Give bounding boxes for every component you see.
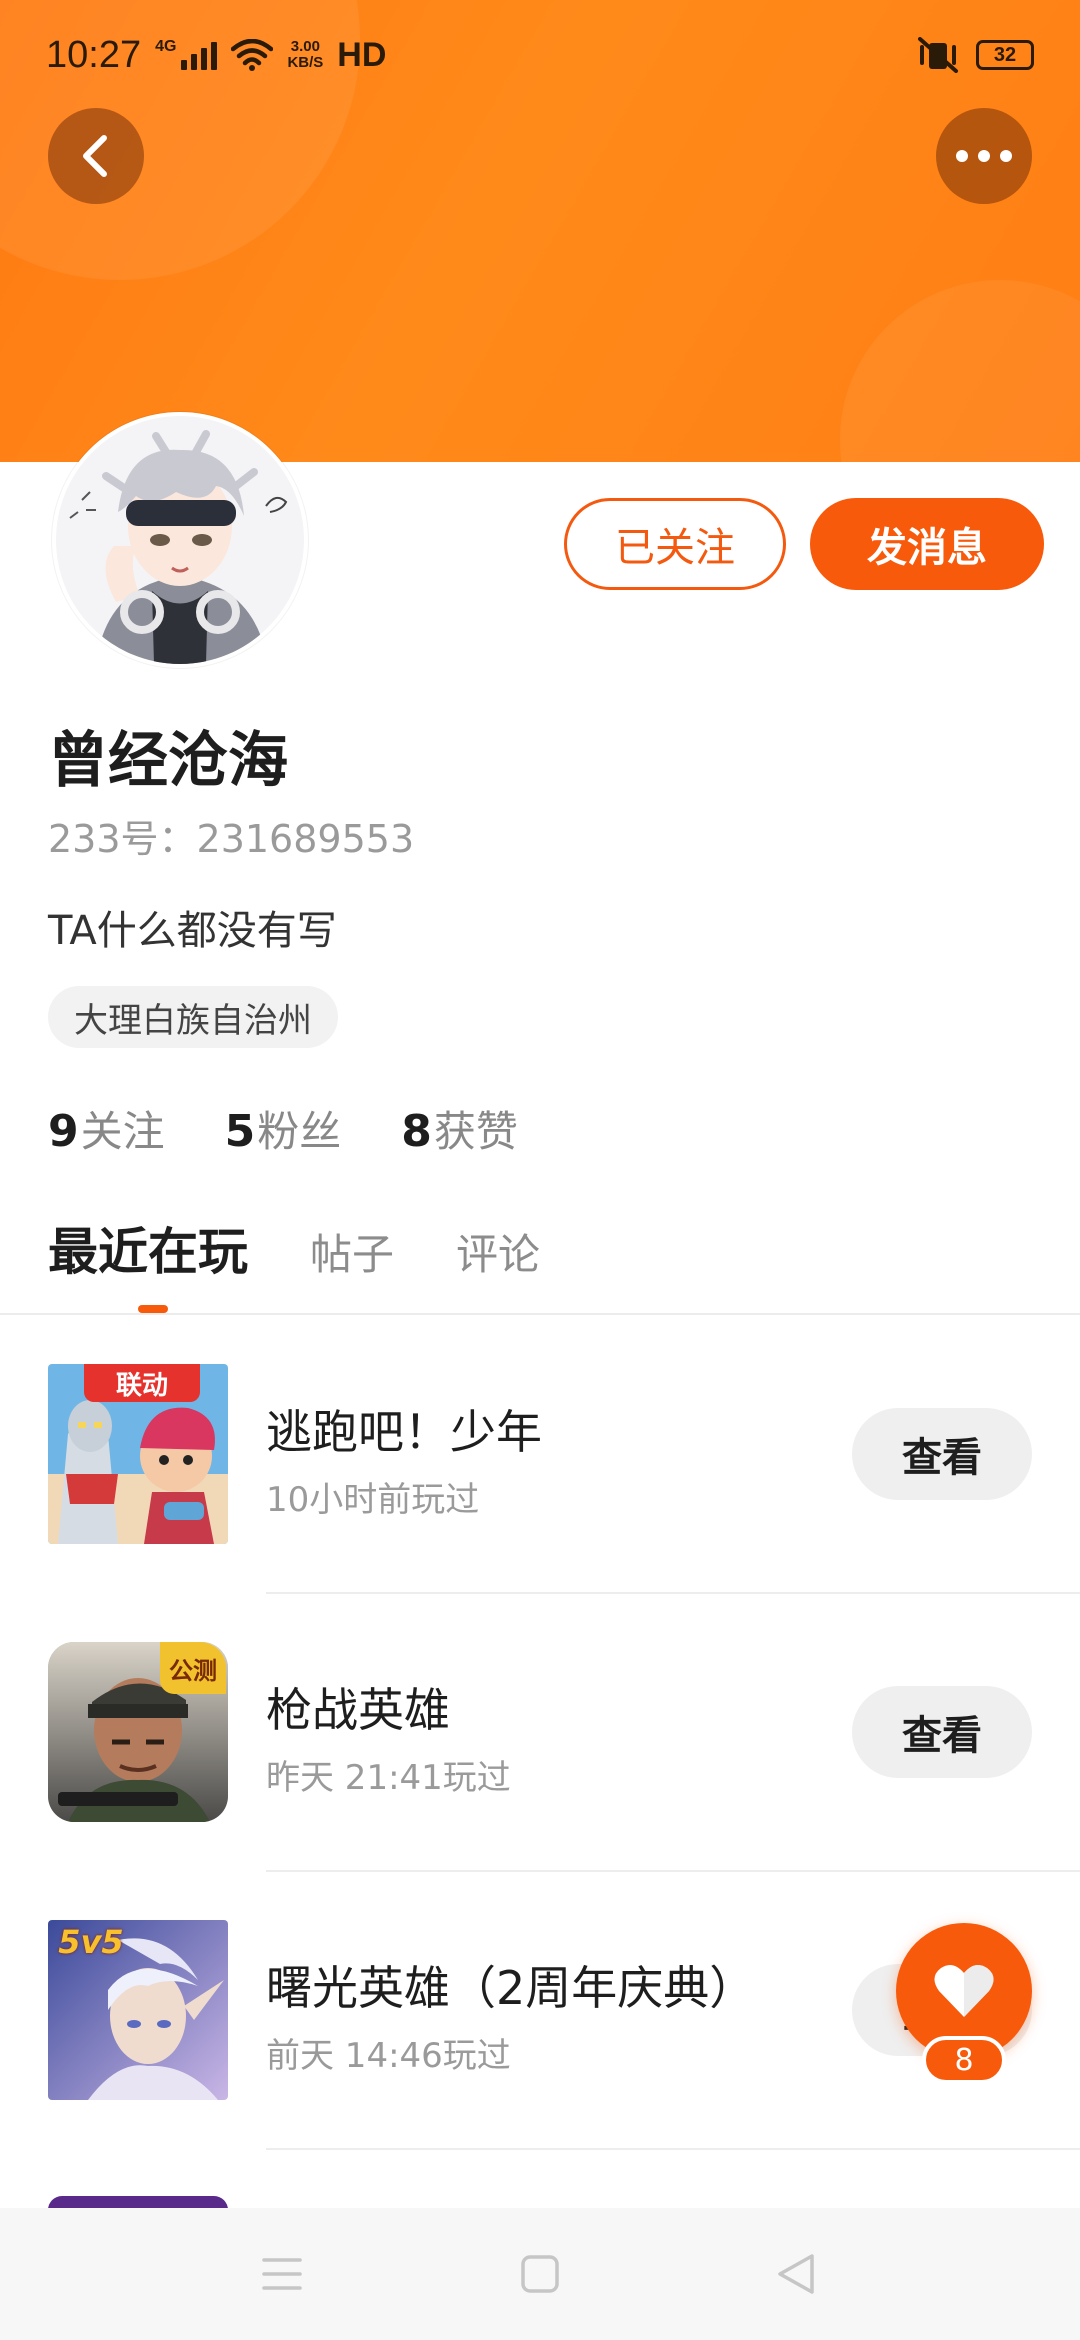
profile-banner: 10:27 4G 3.00 KB/S HD 32 [0, 0, 1080, 462]
user-bio: TA什么都没有写 [48, 908, 337, 954]
game-name: 曙光英雄（2周年庆典） [266, 1961, 756, 2015]
back-button[interactable] [48, 108, 144, 204]
network-speed: 3.00 KB/S [287, 38, 324, 71]
tab-comments[interactable]: 评论 [456, 1221, 540, 1282]
status-time: 10:27 [46, 33, 142, 76]
game-name: 枪战英雄 [266, 1683, 450, 1737]
game-icon: 联动 [48, 1364, 228, 1544]
game-row[interactable]: 公测 枪战英雄 昨天 21:41玩过 查看 [0, 1594, 1080, 1872]
send-message-button[interactable]: 发消息 [810, 498, 1044, 590]
game-icon: 公测 [48, 1642, 228, 1822]
menu-icon[interactable] [232, 2208, 332, 2340]
more-horizontal-icon [956, 150, 1012, 162]
more-options-button[interactable] [936, 108, 1032, 204]
game-played-time: 前天 14:46玩过 [266, 2036, 511, 2076]
avatar[interactable] [52, 412, 308, 668]
active-tab-indicator [138, 1305, 168, 1313]
game-badge: 公测 [160, 1642, 226, 1694]
stat-following[interactable]: 9 关注 [48, 1098, 165, 1159]
profile-page: 10:27 4G 3.00 KB/S HD 32 已关注 发消息 曾经沧海 23… [0, 0, 1080, 2340]
tab-recently-played[interactable]: 最近在玩 [48, 1212, 248, 1284]
tab-posts[interactable]: 帖子 [310, 1221, 394, 1282]
username: 曾经沧海 [48, 726, 288, 796]
like-count-badge: 8 [922, 2036, 1006, 2084]
stat-followers[interactable]: 5 粉丝 [225, 1098, 342, 1159]
system-navigation-bar [0, 2208, 1080, 2340]
game-row[interactable]: 联动 逃跑吧！少年 10小时前玩过 查看 [0, 1316, 1080, 1594]
game-icon: 5v5 [48, 1920, 228, 2100]
followed-button[interactable]: 已关注 [564, 498, 786, 590]
cellular-signal-icon: 4G [155, 39, 218, 70]
row-divider [266, 2148, 1080, 2150]
location-tag: 大理白族自治州 [48, 986, 338, 1048]
mute-vibrate-icon [918, 37, 958, 73]
status-bar: 10:27 4G 3.00 KB/S HD 32 [0, 0, 1080, 110]
battery-icon: 32 [976, 40, 1034, 70]
game-played-time: 昨天 21:41玩过 [266, 1758, 511, 1798]
home-icon[interactable] [490, 2208, 590, 2340]
view-game-button[interactable]: 查看 [852, 1408, 1032, 1500]
stat-likes[interactable]: 8 获赞 [401, 1098, 518, 1159]
avatar-illustration [56, 416, 304, 664]
user-id: 233号：231689553 [48, 817, 415, 861]
profile-tabs: 最近在玩 帖子 评论 [48, 1212, 540, 1284]
heart-icon [934, 1964, 994, 2017]
game-played-time: 10小时前玩过 [266, 1480, 480, 1520]
game-name: 逃跑吧！少年 [266, 1405, 542, 1459]
game-badge: 5v5 [58, 1923, 124, 1961]
wifi-icon [231, 39, 274, 71]
game-badge: 联动 [84, 1364, 200, 1402]
back-nav-icon[interactable] [746, 2208, 846, 2340]
view-game-button[interactable]: 查看 [852, 1686, 1032, 1778]
stats-row: 9 关注 5 粉丝 8 获赞 [48, 1098, 518, 1159]
hd-indicator: HD [337, 35, 387, 74]
tabs-divider [0, 1313, 1080, 1315]
chevron-left-icon [83, 135, 107, 177]
